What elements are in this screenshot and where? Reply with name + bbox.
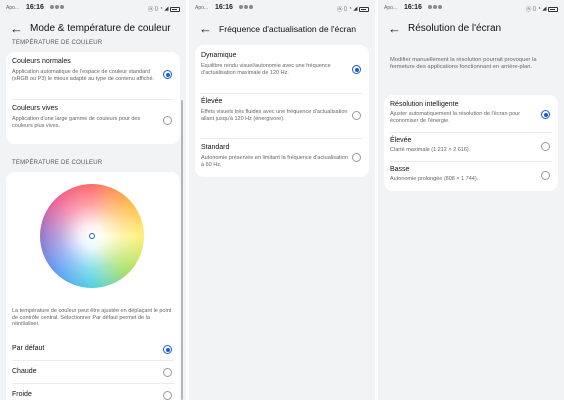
status-app-name: Apo... xyxy=(195,5,209,11)
status-app-name: Apo... xyxy=(6,5,20,11)
radio-selected[interactable] xyxy=(163,70,172,79)
option-description: Application automatique de l'espace de c… xyxy=(12,69,155,82)
option-standard[interactable]: Standard Autonomie préservée en limitant… xyxy=(195,139,369,177)
header: ← Mode & température de couleur xyxy=(0,20,186,38)
radio-selected[interactable] xyxy=(163,345,172,354)
radio-selected[interactable] xyxy=(352,65,361,74)
status-time: 16:16 xyxy=(26,4,44,11)
temperature-description: La température de couleur peut être ajus… xyxy=(12,308,172,328)
vibrate-icon: ▯ xyxy=(343,6,347,12)
status-time: 16:16 xyxy=(404,4,422,11)
color-mode-screen: Apo... 16:16 ⓝ ▯ ◔ ◢ ← Mode & températur… xyxy=(0,0,186,400)
back-arrow-icon[interactable]: ← xyxy=(10,22,23,35)
status-bar: Apo... 16:16 ⓝ ▯ ◔ ◢ xyxy=(195,4,369,14)
radio-unselected[interactable] xyxy=(163,391,172,400)
option-description: Ajuster automatiquement la résolution de… xyxy=(390,111,521,124)
battery-icon xyxy=(359,6,369,12)
resolution-warning: Modifier manuellement la résolution pour… xyxy=(390,57,537,70)
option-description: Application d'une large gamme de couleur… xyxy=(12,116,141,129)
option-low-resolution[interactable]: Basse Autonomie prolongée (808 × 1 744). xyxy=(384,162,558,191)
option-description: Equilibre rendu visuel/autonomie avec un… xyxy=(201,63,331,76)
status-bar: Apo... 16:16 ⓝ ▯ ◔ ◢ xyxy=(384,4,558,14)
radio-unselected[interactable] xyxy=(352,111,361,120)
status-icons: ⓝ ▯ ◔ ◢ xyxy=(526,5,558,13)
notification-dots xyxy=(428,5,442,9)
signal-icon: ◢ xyxy=(542,6,547,12)
option-title: Résolution intelligente xyxy=(390,101,459,108)
back-arrow-icon[interactable]: ← xyxy=(388,22,401,35)
option-description: Clarté maximale (1 212 × 2 616). xyxy=(390,147,471,153)
option-high[interactable]: Élevée Effets visuels très fluides avec … xyxy=(195,94,369,138)
radio-unselected[interactable] xyxy=(163,116,172,125)
resolution-screen: Apo... 16:16 ⓝ ▯ ◔ ◢ ← Résolution de l'é… xyxy=(378,0,564,400)
radio-unselected[interactable] xyxy=(163,368,172,377)
option-title: Élevée xyxy=(390,137,412,144)
section-label-top: TEMPÉRATURE DE COULEUR xyxy=(12,40,103,46)
scrollbar[interactable] xyxy=(181,100,183,400)
nfc-icon: ⓝ xyxy=(525,7,532,13)
option-smart-resolution[interactable]: Résolution intelligente Ajuster automati… xyxy=(384,95,558,131)
nfc-icon: ⓝ xyxy=(336,7,343,13)
option-dynamic[interactable]: Dynamique Equilibre rendu visuel/autonom… xyxy=(195,45,369,93)
status-icons: ⓝ ▯ ◔ ◢ xyxy=(148,5,180,13)
battery-icon xyxy=(548,6,558,12)
signal-icon: ◢ xyxy=(353,6,358,12)
option-description: Autonomie préservée en limitant la fréqu… xyxy=(201,155,348,168)
status-icons: ⓝ ▯ ◔ ◢ xyxy=(337,5,369,13)
vibrate-icon: ▯ xyxy=(532,6,536,12)
notification-dots xyxy=(50,5,64,9)
option-high-resolution[interactable]: Élevée Clarté maximale (1 212 × 2 616). xyxy=(384,133,558,161)
wifi-icon: ◔ xyxy=(348,6,352,12)
option-default[interactable]: Par défaut xyxy=(6,338,180,360)
refresh-rate-card: Dynamique Equilibre rendu visuel/autonom… xyxy=(195,45,369,177)
refresh-rate-screen: Apo... 16:16 ⓝ ▯ ◔ ◢ ← Fréquence d'actua… xyxy=(189,0,375,400)
page-title: Résolution de l'écran xyxy=(408,23,502,34)
color-mode-card: Couleurs normales Application automatiqu… xyxy=(6,52,180,144)
header: ← Résolution de l'écran xyxy=(378,20,564,38)
wifi-icon: ◔ xyxy=(159,6,163,12)
option-vivid-colors[interactable]: Couleurs vives Application d'une large g… xyxy=(6,100,180,144)
wifi-icon: ◔ xyxy=(537,6,541,12)
option-title: Dynamique xyxy=(201,52,237,59)
status-bar: Apo... 16:16 ⓝ ▯ ◔ ◢ xyxy=(6,4,180,14)
nfc-icon: ⓝ xyxy=(147,7,154,13)
status-app-name: Apo... xyxy=(384,5,398,11)
page-title: Mode & température de couleur xyxy=(30,23,171,34)
notification-dots xyxy=(239,5,253,9)
page-title: Fréquence d'actualisation de l'écran xyxy=(219,24,357,34)
radio-unselected[interactable] xyxy=(352,153,361,162)
option-title: Couleurs normales xyxy=(12,58,71,65)
back-arrow-icon[interactable]: ← xyxy=(199,22,212,35)
vibrate-icon: ▯ xyxy=(154,6,158,12)
option-cold[interactable]: Froide xyxy=(6,384,180,400)
resolution-card: Résolution intelligente Ajuster automati… xyxy=(384,95,558,191)
wheel-control-point[interactable] xyxy=(89,233,95,239)
option-title: Couleurs vives xyxy=(12,105,58,112)
temperature-card: La température de couleur peut être ajus… xyxy=(6,172,180,400)
option-warm[interactable]: Chaude xyxy=(6,361,180,383)
battery-icon xyxy=(170,6,180,12)
option-description: Autonomie prolongée (808 × 1 744). xyxy=(390,176,479,182)
option-label: Par défaut xyxy=(12,345,45,352)
signal-icon: ◢ xyxy=(164,6,169,12)
option-label: Chaude xyxy=(12,368,37,375)
option-label: Froide xyxy=(12,391,32,398)
header: ← Fréquence d'actualisation de l'écran xyxy=(189,20,375,38)
option-title: Basse xyxy=(390,166,410,173)
status-time: 16:16 xyxy=(215,4,233,11)
option-description: Effets visuels très fluides avec une fré… xyxy=(201,109,348,122)
radio-selected[interactable] xyxy=(541,110,550,119)
option-title: Élevée xyxy=(201,98,223,105)
option-normal-colors[interactable]: Couleurs normales Application automatiqu… xyxy=(6,52,180,100)
section-label-temperature: TEMPÉRATURE DE COULEUR xyxy=(12,160,103,166)
radio-unselected[interactable] xyxy=(541,142,550,151)
option-title: Standard xyxy=(201,144,230,151)
radio-unselected[interactable] xyxy=(541,171,550,180)
